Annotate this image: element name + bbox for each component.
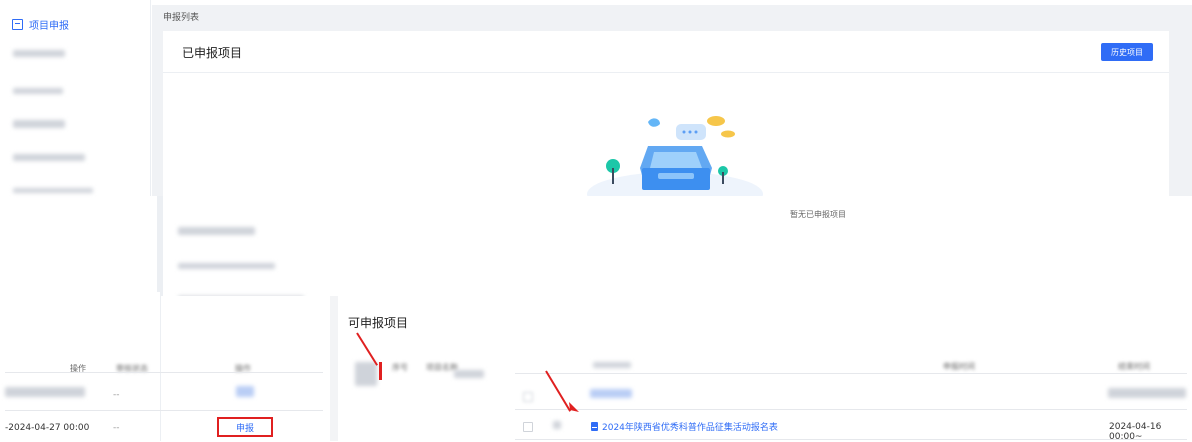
sidebar-item-project-apply[interactable]: 项目申报 (12, 17, 69, 32)
table-cell-blurred (236, 386, 254, 397)
available-section-title: 可申报项目 (348, 316, 409, 330)
sidebar-item-blurred[interactable] (13, 188, 93, 193)
table-cell-blurred (5, 387, 85, 397)
project-name: 2024年陕西省优秀科普作品征集活动报名表 (602, 423, 778, 433)
column-header-end-time: 结束时间 (1118, 362, 1150, 371)
frame-edge (157, 196, 163, 301)
document-icon (591, 422, 598, 431)
arrow-head-icon (569, 402, 579, 412)
sidebar-item-blurred[interactable] (178, 263, 275, 269)
sidebar-item-blurred[interactable] (13, 50, 65, 57)
table-cell-blurred (1108, 388, 1186, 398)
table-cell-blurred (593, 362, 631, 368)
apply-button[interactable]: 申报 (217, 417, 273, 437)
sidebar-item-blurred[interactable] (13, 120, 65, 128)
table-cell-blurred (355, 362, 377, 386)
table-row-divider (515, 373, 1187, 374)
sidebar-item-label: 项目申报 (29, 21, 69, 32)
table-row-divider (5, 410, 323, 411)
divider (330, 296, 338, 441)
sidebar-item-blurred[interactable] (13, 154, 85, 161)
divider (163, 72, 1169, 73)
column-header-apply-time: 申报时间 (943, 362, 975, 371)
empty-text: 暂无已申报项目 (790, 210, 846, 219)
sidebar-item-blurred[interactable] (178, 227, 255, 235)
table-cell-start-date: -2024-04-27 00:00 (5, 423, 90, 433)
sidebar-item-blurred[interactable] (13, 88, 63, 94)
card-title: 已申报项目 (182, 46, 243, 60)
table-cell-blurred (454, 370, 484, 378)
table-row-divider (5, 372, 323, 373)
table-row-divider (515, 409, 1187, 410)
empty-box-illustration (587, 116, 763, 196)
breadcrumb: 申报列表 (163, 13, 200, 23)
table-cell-blurred (590, 389, 632, 398)
history-projects-button[interactable]: 历史项目 (1101, 43, 1153, 61)
column-header-index: 序号 (392, 363, 408, 372)
row-checkbox[interactable] (523, 392, 533, 402)
row-checkbox[interactable] (523, 422, 533, 432)
table-cell-dash: -- (113, 423, 120, 433)
table-row-divider (515, 439, 1187, 440)
annotation-arrow (356, 332, 378, 366)
project-link[interactable]: 2024年陕西省优秀科普作品征集活动报名表 (591, 420, 778, 433)
table-cell-dash: -- (113, 390, 120, 400)
annotation-mark (379, 362, 382, 380)
table-cell-blurred (553, 421, 561, 429)
document-icon (12, 19, 23, 30)
